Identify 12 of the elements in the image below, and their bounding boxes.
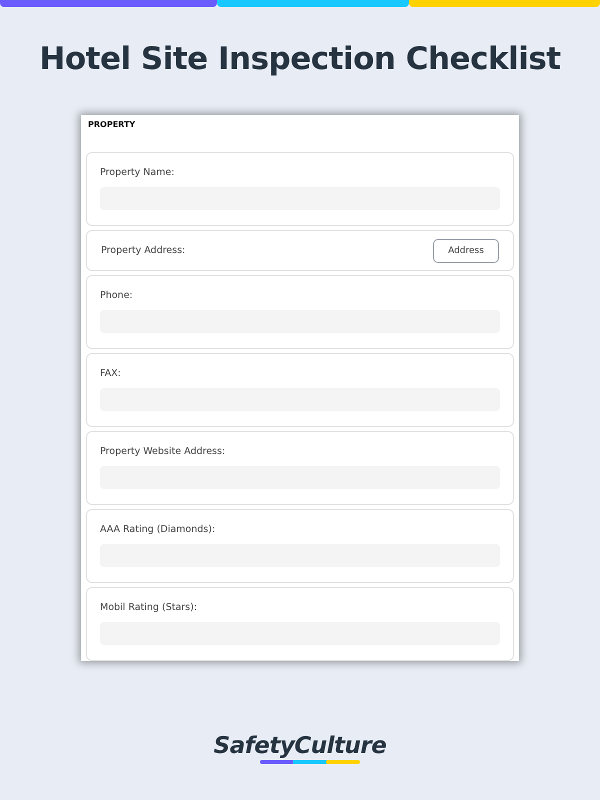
- brand-logo: SafetyCulture: [214, 733, 386, 759]
- question-label: AAA Rating (Diamonds):: [100, 524, 216, 535]
- question-label: Property Website Address:: [100, 446, 226, 457]
- question-label: Property Name:: [100, 167, 176, 178]
- page-title: Hotel Site Inspection Checklist: [39, 41, 561, 77]
- question-label: Phone:: [100, 290, 134, 301]
- section-heading: PROPERTY: [87, 119, 136, 131]
- logo-underline-icon: [260, 760, 360, 764]
- question-label: Mobil Rating (Stars):: [100, 602, 198, 613]
- question-label: FAX:: [100, 368, 122, 379]
- address-button[interactable]: Address: [433, 238, 499, 262]
- question-label: Property Address:: [101, 245, 186, 256]
